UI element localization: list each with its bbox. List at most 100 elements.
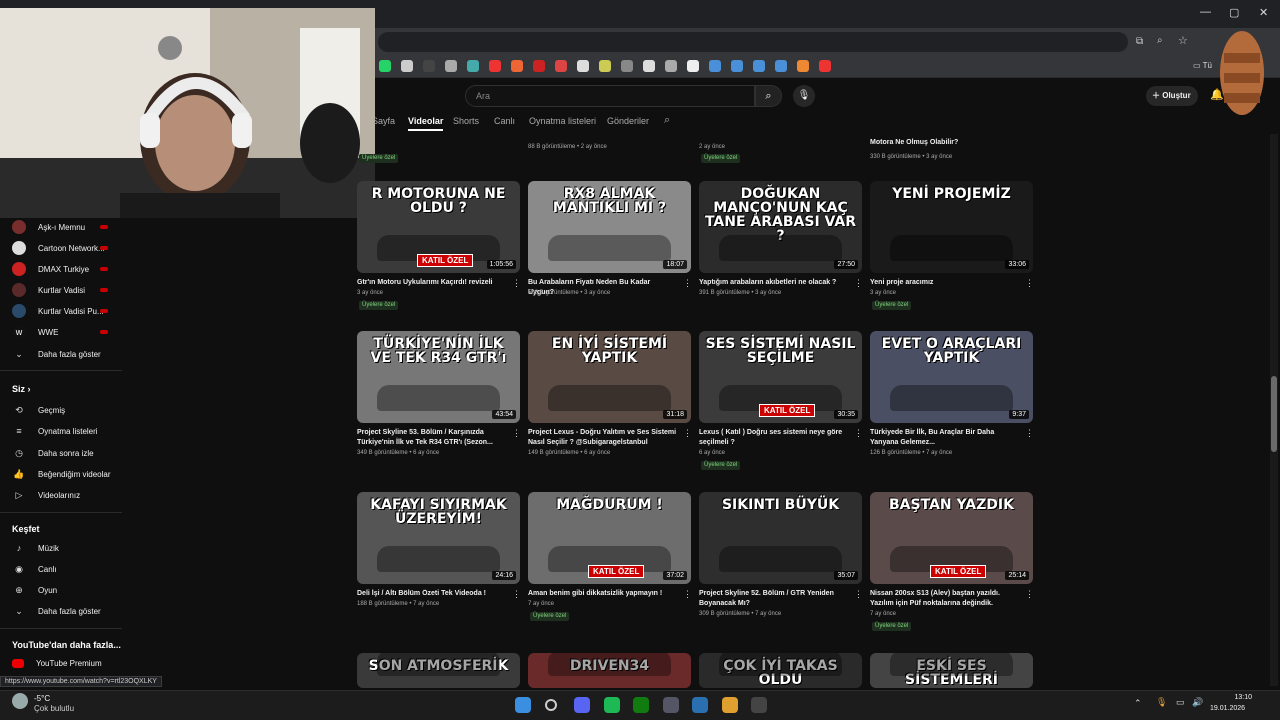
- steam-icon[interactable]: [662, 697, 679, 713]
- sidebar-item-gaming[interactable]: ⊕ Oyun: [12, 580, 57, 600]
- video-thumbnail[interactable]: BAŞTAN YAZDIK KATIL ÖZEL 25:14: [870, 492, 1033, 584]
- sidebar-item-kurtlar-vadisi[interactable]: Kurtlar Vadisi: [12, 280, 85, 300]
- video-thumbnail[interactable]: YENİ PROJEMİZ 33:06: [870, 181, 1033, 273]
- video-thumbnail[interactable]: KAFAYI SIYIRMAK ÜZEREYİM! 24:16: [357, 492, 520, 584]
- video-thumbnail[interactable]: EVET O ARAÇLARI YAPTIK 9:37: [870, 331, 1033, 423]
- video-thumbnail[interactable]: TÜRKİYE'NİN İLK VE TEK R34 GTR'ı 43:54: [357, 331, 520, 423]
- discord-icon[interactable]: [574, 697, 590, 713]
- tab-shorts[interactable]: Shorts: [453, 116, 479, 126]
- bookmark-icon[interactable]: [643, 60, 655, 72]
- video-thumbnail[interactable]: RX8 ALMAK MANTIKLI MI ? 18:07: [528, 181, 691, 273]
- weather-temp[interactable]: -5°C: [34, 694, 50, 703]
- bookmark-icon[interactable]: [489, 60, 501, 72]
- voice-search-button[interactable]: 🎙: [793, 85, 815, 107]
- video-title[interactable]: Aman benim gibi dikkatsizlik yapmayın !: [528, 589, 678, 599]
- obs-icon[interactable]: [751, 697, 767, 713]
- you-section-heading[interactable]: Siz ›: [12, 384, 31, 394]
- bookmark-icon[interactable]: [445, 60, 457, 72]
- video-title[interactable]: Motora Ne Olmuş Olabilir?: [870, 138, 1020, 148]
- more-options-icon[interactable]: ⋮: [683, 428, 692, 439]
- more-options-icon[interactable]: ⋮: [854, 278, 863, 289]
- video-title[interactable]: Project Skyline 52. Bölüm / GTR Yeniden …: [699, 589, 849, 609]
- volume-icon[interactable]: 🔊: [1192, 697, 1203, 708]
- bookmark-icon[interactable]: [797, 60, 809, 72]
- sidebar-item-playlists[interactable]: ≡ Oynatma listeleri: [12, 421, 97, 441]
- video-thumbnail[interactable]: DOĞUKAN MANÇO'NUN KAÇ TANE ARABASI VAR ?…: [699, 181, 862, 273]
- video-title[interactable]: Nissan 200sx S13 (Alev) baştan yazıldı. …: [870, 589, 1020, 609]
- video-thumbnail[interactable]: ÇOK İYİ TAKAS OLDU: [699, 653, 862, 688]
- sidebar-item-history[interactable]: ⟲ Geçmiş: [12, 400, 65, 420]
- sidebar-item-live[interactable]: ◉ Canlı: [12, 559, 57, 579]
- bookmark-icon[interactable]: [753, 60, 765, 72]
- tray-chevron-icon[interactable]: ⌃: [1134, 698, 1142, 709]
- show-more-subscriptions-button[interactable]: ⌄ Daha fazla göster: [12, 344, 100, 364]
- video-title[interactable]: Deli İşi / Altı Bölüm Özeti Tek Videoda …: [357, 589, 507, 599]
- bookmark-icon[interactable]: [577, 60, 589, 72]
- address-bar[interactable]: [378, 32, 1128, 52]
- bookmark-icon[interactable]: [665, 60, 677, 72]
- more-options-icon[interactable]: ⋮: [854, 589, 863, 600]
- video-title[interactable]: Lexus ( Katıl ) Doğru ses sistemi neye g…: [699, 428, 849, 448]
- bookmark-icon[interactable]: [621, 60, 633, 72]
- video-thumbnail[interactable]: SES SİSTEMİ NASIL SEÇİLME KATIL ÖZEL 30:35: [699, 331, 862, 423]
- more-options-icon[interactable]: ⋮: [512, 428, 521, 439]
- bookmark-icon[interactable]: [511, 60, 523, 72]
- search-icon[interactable]: [544, 699, 557, 711]
- sidebar-item-wwe[interactable]: w WWE: [12, 322, 58, 342]
- xbox-icon[interactable]: [633, 697, 649, 713]
- video-thumbnail[interactable]: MAĞDURUM ! KATIL ÖZEL 37:02: [528, 492, 691, 584]
- sidebar-item-watch-later[interactable]: ◷ Daha sonra izle: [12, 443, 94, 463]
- video-thumbnail[interactable]: ESKİ SES SİSTEMLERİ: [870, 653, 1033, 688]
- video-title[interactable]: Türkiyede Bir İlk, Bu Araçlar Bir Daha Y…: [870, 428, 1020, 448]
- more-options-icon[interactable]: ⋮: [1025, 278, 1034, 289]
- sidebar-item-cartoon-network[interactable]: Cartoon Network...: [12, 238, 105, 258]
- video-title[interactable]: Project Skyline 53. Bölüm / Karşınızda T…: [357, 428, 507, 448]
- more-options-icon[interactable]: ⋮: [512, 278, 521, 289]
- more-options-icon[interactable]: ⋮: [683, 589, 692, 600]
- more-options-icon[interactable]: ⋮: [854, 428, 863, 439]
- search-button[interactable]: ⌕: [755, 85, 782, 107]
- sidebar-item-your-videos[interactable]: ▷ Videolarınız: [12, 485, 81, 505]
- cast-icon[interactable]: ⧉: [1136, 36, 1143, 47]
- more-options-icon[interactable]: ⋮: [1025, 428, 1034, 439]
- video-thumbnail[interactable]: R MOTORUNA NE OLDU ? KATIL ÖZEL 1:05:56: [357, 181, 520, 273]
- video-title[interactable]: Project Lexus - Doğru Yalıtım ve Ses Sis…: [528, 428, 678, 448]
- sidebar-item-youtube-premium[interactable]: YouTube Premium: [12, 653, 102, 673]
- bookmark-icon[interactable]: [687, 60, 699, 72]
- channel-search-icon[interactable]: ⌕: [664, 114, 670, 127]
- video-title[interactable]: Yaptığım arabaların akıbetleri ne olacak…: [699, 278, 849, 288]
- steam-icon[interactable]: [692, 697, 708, 713]
- sidebar-item-music[interactable]: ♪ Müzik: [12, 538, 59, 558]
- video-thumbnail[interactable]: DRIVEN34: [528, 653, 691, 688]
- search-input[interactable]: Ara: [465, 85, 755, 107]
- scrollbar-thumb[interactable]: [1271, 376, 1277, 452]
- more-options-icon[interactable]: ⋮: [1025, 589, 1034, 600]
- bookmark-icon[interactable]: [533, 60, 545, 72]
- create-button[interactable]: ＋ Oluştur: [1146, 86, 1198, 106]
- sidebar-item-liked-videos[interactable]: 👍 Beğendiğim videolar: [12, 464, 110, 484]
- show-more-explore-button[interactable]: ⌄ Daha fazla göster: [12, 601, 100, 621]
- tab-posts[interactable]: Gönderiler: [607, 116, 649, 126]
- tab-home[interactable]: Sayfa: [372, 116, 395, 126]
- bookmark-icon[interactable]: [555, 60, 567, 72]
- bookmark-star-icon[interactable]: ☆: [1178, 34, 1188, 47]
- bookmark-icon[interactable]: [775, 60, 787, 72]
- video-thumbnail[interactable]: SON ATMOSFERİK: [357, 653, 520, 688]
- tab-videos[interactable]: Videolar: [408, 116, 444, 131]
- bookmark-icon[interactable]: [819, 60, 831, 72]
- sidebar-item-dmax[interactable]: DMAX Turkiye: [12, 259, 89, 279]
- clock-date[interactable]: 19.01.2026: [1210, 705, 1245, 712]
- more-options-icon[interactable]: ⋮: [683, 278, 692, 289]
- bookmark-folder[interactable]: ▭ Tü: [1193, 61, 1212, 70]
- bookmark-icon[interactable]: [379, 60, 391, 72]
- minimize-button[interactable]: —: [1200, 6, 1211, 18]
- tab-live[interactable]: Canlı: [494, 116, 515, 126]
- bookmark-icon[interactable]: [401, 60, 413, 72]
- video-thumbnail[interactable]: EN İYİ SİSTEMİ YAPTIK 31:18: [528, 331, 691, 423]
- sidebar-item-kurtlar-vadisi-pusu[interactable]: Kurtlar Vadisi Pu...: [12, 301, 104, 321]
- windows-start-icon[interactable]: [515, 697, 531, 713]
- video-thumbnail[interactable]: SIKINTI BÜYÜK 35:07: [699, 492, 862, 584]
- spotify-icon[interactable]: [603, 697, 620, 713]
- microphone-tray-icon[interactable]: 🎙: [1156, 697, 1167, 708]
- bookmark-icon[interactable]: [423, 60, 435, 72]
